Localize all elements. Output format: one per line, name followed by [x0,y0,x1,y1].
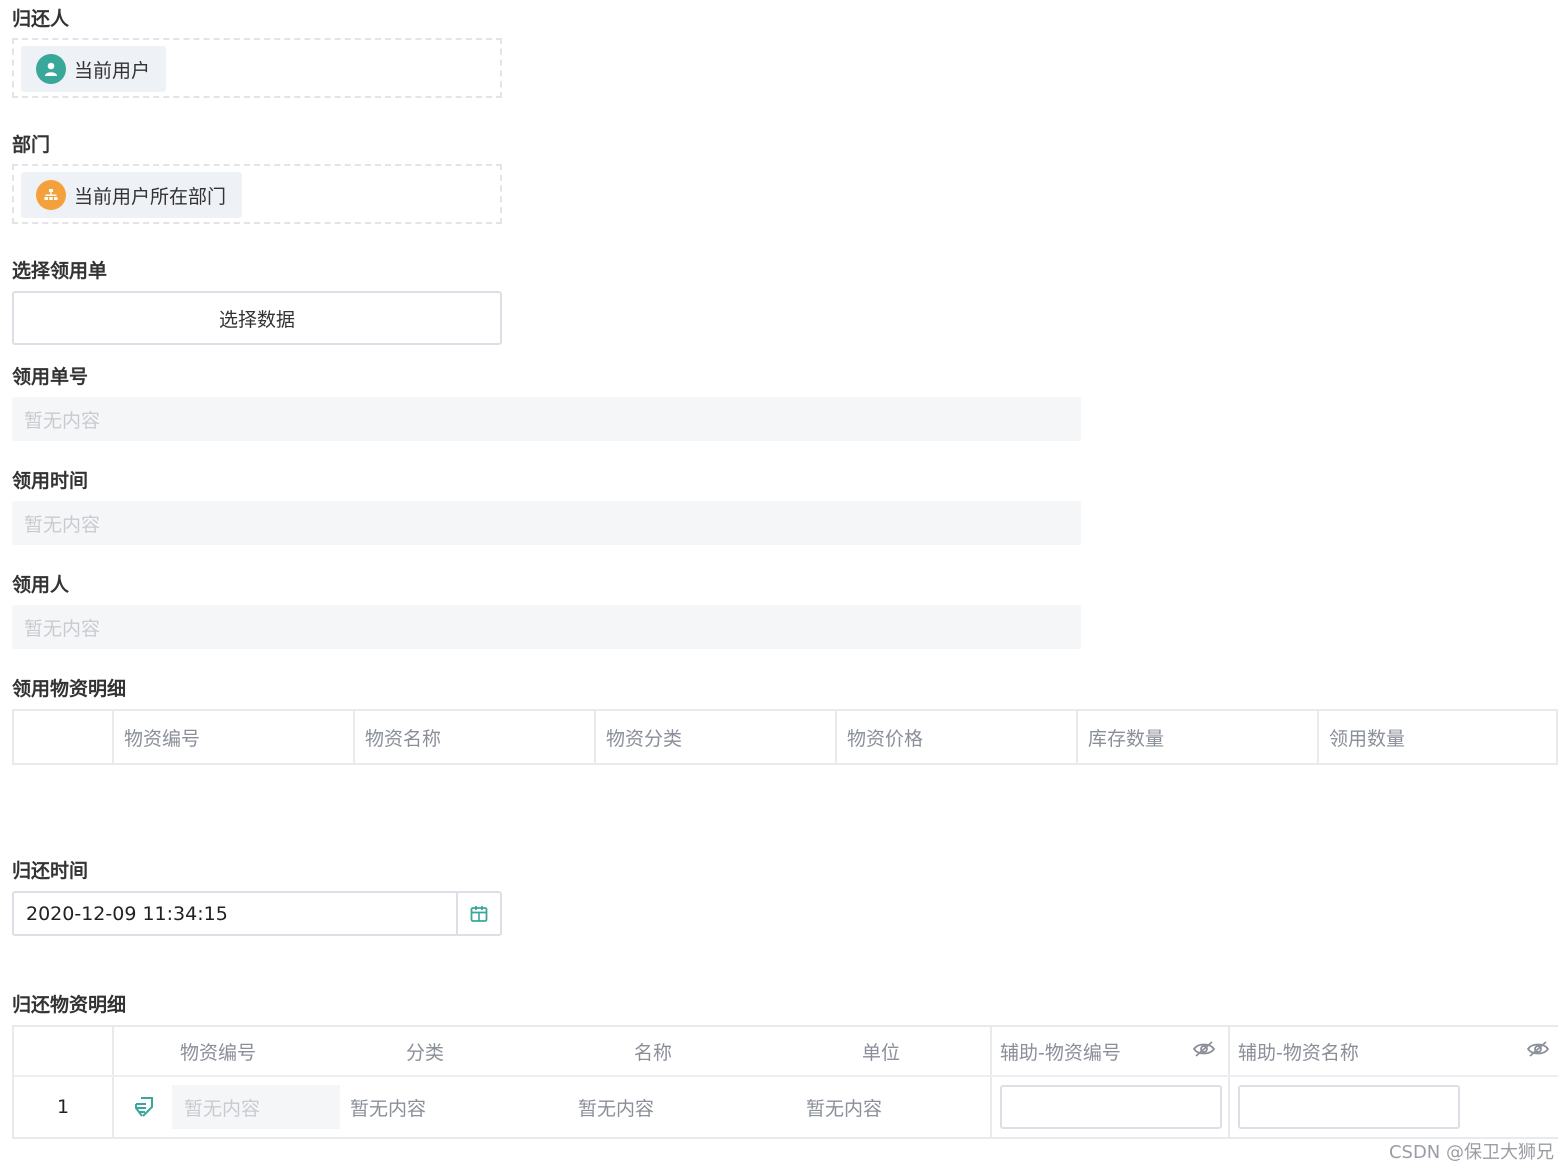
current-user-text: 当前用户 [74,59,151,82]
table-header-cell: 物资编号 [112,1027,340,1075]
user-icon [36,54,66,84]
eye-off-icon[interactable] [1192,1040,1216,1063]
row-aux-code-cell [990,1077,1228,1137]
requisition-time-label: 领用时间 [12,470,89,492]
table-row: 1 暂无内容 暂无内容 暂无内容 暂无内容 [14,1077,1558,1137]
aux-code-input[interactable] [1000,1085,1222,1129]
return-details-table: 物资编号 分类 名称 单位 辅助-物资编号 辅助-物资名称 1 暂无内容 暂无内… [12,1025,1558,1139]
requisitioner-field: 暂无内容 [12,605,1081,649]
table-header-cell: 库存数量 [1076,711,1317,763]
return-time-picker[interactable]: 2020-12-09 11:34:15 [12,891,502,936]
org-chart-icon [36,180,66,210]
requisition-details-label: 领用物资明细 [12,678,127,700]
watermark: CSDN @保卫大狮兄 [1388,1142,1554,1163]
department-label: 部门 [12,134,51,156]
requisitioner-label: 领用人 [12,574,70,596]
requisition-no-field: 暂无内容 [12,397,1081,441]
returner-label: 归还人 [12,8,70,30]
table-header-blank [14,711,112,763]
table-header-cell: 物资名称 [353,711,594,763]
requisition-details-table: 物资编号 物资名称 物资分类 物资价格 库存数量 领用数量 [12,709,1558,765]
select-material-icon[interactable] [132,1094,158,1120]
calendar-icon[interactable] [456,893,500,934]
table-header-cell: 分类 [406,1041,445,1064]
table-header-cell: 单位 [862,1041,901,1064]
eye-off-icon[interactable] [1526,1040,1550,1063]
table-header-cell: 领用数量 [1317,711,1556,763]
requisition-time-field: 暂无内容 [12,501,1081,545]
row-code-field: 暂无内容 [172,1085,340,1129]
table-header-row: 物资编号 物资名称 物资分类 物资价格 库存数量 领用数量 [14,711,1556,763]
row-code-cell: 暂无内容 [112,1077,340,1137]
row-index: 1 [56,1096,70,1118]
table-header-blank [14,1027,112,1075]
row-name-cell: 暂无内容 [578,1097,655,1120]
table-header-cell: 物资分类 [594,711,835,763]
aux-code-header: 辅助-物资编号 [1000,1041,1121,1064]
row-unit-cell: 暂无内容 [806,1097,883,1120]
current-dept-text: 当前用户所在部门 [74,185,227,208]
aux-name-input[interactable] [1238,1085,1460,1129]
returner-field[interactable]: 当前用户 [12,38,502,98]
return-time-label: 归还时间 [12,860,89,882]
row-category-cell: 暂无内容 [350,1097,427,1120]
aux-name-header: 辅助-物资名称 [1238,1041,1359,1064]
table-header-cell: 辅助-物资编号 [990,1027,1228,1075]
select-requisition-label: 选择领用单 [12,260,108,282]
current-user-chip[interactable]: 当前用户 [21,46,167,92]
row-aux-name-cell [1228,1077,1558,1137]
table-header-cell: 辅助-物资名称 [1228,1027,1558,1075]
select-data-button[interactable]: 选择数据 [12,291,502,345]
requisition-no-label: 领用单号 [12,366,89,388]
return-time-value[interactable]: 2020-12-09 11:34:15 [14,893,456,934]
current-dept-chip[interactable]: 当前用户所在部门 [21,172,243,218]
department-field[interactable]: 当前用户所在部门 [12,164,502,224]
return-details-label: 归还物资明细 [12,994,127,1016]
table-header-cell: 物资价格 [835,711,1076,763]
table-header-cell: 名称 [634,1041,673,1064]
table-header-row: 物资编号 分类 名称 单位 辅助-物资编号 辅助-物资名称 [14,1027,1558,1077]
table-header-cell: 物资编号 [112,711,353,763]
